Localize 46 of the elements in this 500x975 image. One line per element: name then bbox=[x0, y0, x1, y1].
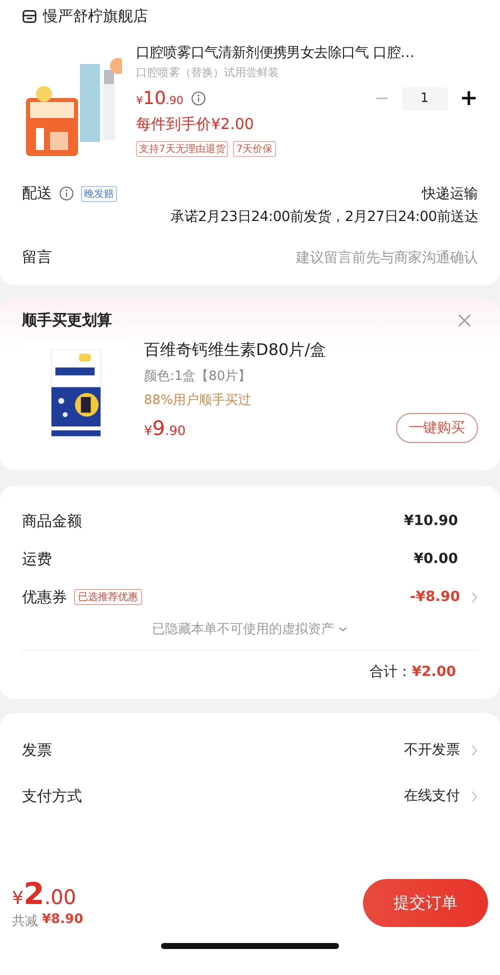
service-tag: 支持7天无理由退货 bbox=[136, 141, 228, 157]
summary-label: 运费 bbox=[22, 550, 52, 568]
info-icon[interactable] bbox=[191, 91, 206, 106]
total-value: ¥2.00 bbox=[412, 664, 456, 680]
summary-value: ¥10.90 bbox=[404, 513, 458, 529]
quantity-field[interactable]: 1 bbox=[402, 86, 448, 110]
chevron-right-icon[interactable] bbox=[470, 590, 478, 604]
delivery-label: 配送 bbox=[22, 184, 52, 203]
product-title[interactable]: 百维奇钙维生素D80片/盒 bbox=[144, 340, 478, 361]
close-icon[interactable] bbox=[457, 313, 472, 328]
summary-label: 优惠券 bbox=[22, 588, 67, 606]
chevron-right-icon[interactable] bbox=[470, 790, 478, 802]
delivery-method: 快递运输 bbox=[422, 184, 478, 202]
purchase-note: 88%用户顺手买过 bbox=[144, 392, 252, 409]
product-title[interactable]: 口腔喷雾口气清新剂便携男女去除口气 口腔… bbox=[136, 44, 478, 62]
total-label: 合计： bbox=[370, 663, 412, 681]
buy-button[interactable]: 一键购买 bbox=[396, 413, 478, 443]
product-variant: 口腔喷雾（替换）试用尝鲜装 bbox=[136, 65, 280, 80]
product-variant: 颜色:1盒【80片】 bbox=[144, 368, 252, 385]
info-icon[interactable] bbox=[59, 186, 74, 201]
saving-value: ¥8.90 bbox=[42, 912, 84, 928]
summary-value: -¥8.90 bbox=[410, 589, 460, 605]
coupon-tag: 已选推荐优惠 bbox=[74, 589, 142, 605]
summary-label: 商品金额 bbox=[22, 512, 82, 530]
service-tag: 7天价保 bbox=[233, 141, 276, 157]
section-title: 顺手买更划算 bbox=[22, 311, 112, 330]
note-field[interactable]: 建议留言前先与商家沟通确认 bbox=[218, 250, 478, 266]
option-label: 支付方式 bbox=[22, 786, 82, 806]
option-value[interactable]: 不开发票 bbox=[404, 741, 460, 759]
product-price: ¥10.90 bbox=[136, 88, 184, 109]
final-price: 每件到手价¥2.00 bbox=[136, 115, 255, 134]
delivery-promise: 承诺2月23日24:00前发货，2月27日24:00前送达 bbox=[170, 208, 478, 226]
option-label: 发票 bbox=[22, 740, 52, 760]
submit-button[interactable]: 提交订单 bbox=[363, 879, 488, 927]
store-icon bbox=[22, 8, 37, 24]
summary-value: ¥0.00 bbox=[414, 551, 458, 567]
option-value[interactable]: 在线支付 bbox=[404, 787, 460, 805]
chevron-down-icon[interactable] bbox=[338, 625, 348, 633]
product-price: ¥9.90 bbox=[144, 416, 186, 440]
note-label: 留言 bbox=[22, 248, 52, 267]
saving-label: 共减 bbox=[12, 912, 38, 930]
total-price: ¥2.00 bbox=[12, 876, 78, 912]
late-badge: 晚发赔 bbox=[81, 186, 117, 202]
chevron-right-icon[interactable] bbox=[470, 744, 478, 756]
plus-button[interactable]: + bbox=[460, 86, 478, 111]
store-name[interactable]: 慢严舒柠旗舰店 bbox=[43, 6, 148, 26]
